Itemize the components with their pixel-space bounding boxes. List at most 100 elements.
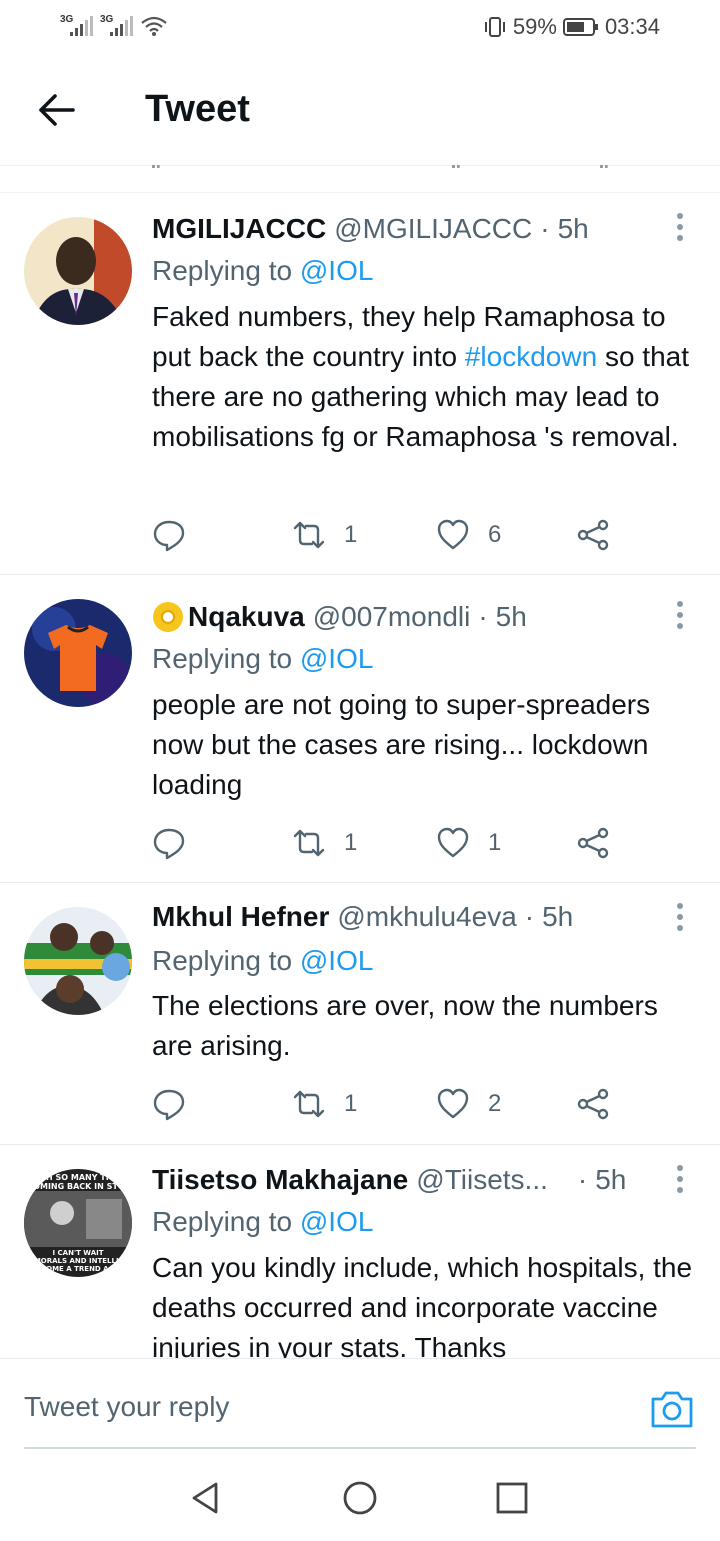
replying-to: Replying to @IOL xyxy=(152,255,373,287)
previous-tweet-fragment xyxy=(0,165,720,193)
reply-tweet[interactable]: MGILIJACCC @MGILIJACCC · 5h Replying to … xyxy=(0,193,720,575)
wifi-icon xyxy=(141,16,167,36)
avatar-caption: COMING BACK IN STYL xyxy=(27,1182,128,1191)
reply-button[interactable] xyxy=(152,823,186,863)
reply-input[interactable]: Tweet your reply xyxy=(24,1391,229,1423)
author-handle[interactable]: @007mondli xyxy=(313,601,471,633)
author-name[interactable]: Mkhul Hefner xyxy=(152,901,329,933)
replying-label: Replying to xyxy=(152,945,300,976)
signal-icon: 3G xyxy=(60,14,94,38)
tweet-text: Faked numbers, they help Ramaphosa to pu… xyxy=(152,297,698,457)
retweet-count: 1 xyxy=(344,521,358,548)
avatar[interactable] xyxy=(24,907,132,1015)
more-options-button[interactable] xyxy=(670,1163,690,1195)
avatar-caption: ECOME A TREND AGA xyxy=(36,1265,120,1273)
retweet-button[interactable]: 1 xyxy=(292,1084,357,1124)
mention-link[interactable]: @IOL xyxy=(300,255,374,286)
separator: · xyxy=(540,213,550,244)
more-options-button[interactable] xyxy=(670,901,690,933)
reply-bubble-icon xyxy=(153,828,185,860)
like-count: 1 xyxy=(488,829,502,856)
heart-icon xyxy=(437,827,469,858)
like-button[interactable]: 1 xyxy=(436,823,501,863)
replying-label: Replying to xyxy=(152,1206,300,1237)
author-name[interactable]: MGILIJACCC xyxy=(152,213,326,245)
mention-link[interactable]: @IOL xyxy=(300,945,374,976)
home-circle-icon[interactable] xyxy=(342,1480,378,1516)
battery-percentage: 59% xyxy=(512,14,557,39)
tweet-text: The elections are over, now the numbers … xyxy=(152,990,658,1061)
retweet-button[interactable]: 1 xyxy=(292,515,357,555)
like-count: 6 xyxy=(488,521,502,548)
replying-to: Replying to @IOL xyxy=(152,945,373,977)
share-icon xyxy=(577,519,609,551)
retweet-icon xyxy=(293,829,325,857)
share-button[interactable] xyxy=(576,823,610,863)
avatar[interactable]: TH SO MANY THI COMING BACK IN STYL I CAN… xyxy=(24,1169,132,1277)
tweet-actions: 1 6 xyxy=(152,515,632,555)
like-button[interactable]: 6 xyxy=(436,515,501,555)
hashtag-link[interactable]: #lockdown xyxy=(465,341,597,372)
author-name[interactable]: Tiisetso Makhajane xyxy=(152,1164,408,1196)
heart-icon xyxy=(437,519,469,550)
like-button[interactable]: 2 xyxy=(436,1084,501,1124)
separator: · xyxy=(524,901,535,932)
replying-label: Replying to xyxy=(152,255,300,286)
retweet-icon xyxy=(293,1090,325,1118)
retweet-count: 1 xyxy=(344,1090,358,1117)
reply-tweet[interactable]: Mkhul Hefner @mkhulu4eva · 5h Replying t… xyxy=(0,883,720,1145)
tweet-header: Tiisetso Makhajane @Tiisets... · 5h xyxy=(152,1162,676,1198)
avatar-caption: L MORALS AND INTELLIGE xyxy=(27,1257,129,1265)
reply-bubble-icon xyxy=(153,520,185,552)
tweet-time: 5h xyxy=(595,1164,627,1195)
share-button[interactable] xyxy=(576,1084,610,1124)
tweet-time: 5h xyxy=(495,601,527,632)
tweet-header: Mkhul Hefner @mkhulu4eva · 5h xyxy=(152,899,660,935)
clock: 03:34 xyxy=(604,14,660,39)
mention-link[interactable]: @IOL xyxy=(300,643,374,674)
retweet-icon xyxy=(293,521,325,549)
retweet-button[interactable]: 1 xyxy=(292,823,357,863)
more-options-button[interactable] xyxy=(670,211,690,243)
avatar[interactable] xyxy=(24,217,132,325)
replying-to: Replying to @IOL xyxy=(152,643,373,675)
tweet-header: MGILIJACCC @MGILIJACCC · 5h xyxy=(152,211,660,247)
reply-button[interactable] xyxy=(152,1084,186,1124)
reply-composer: Tweet your reply xyxy=(0,1358,720,1450)
replying-to: Replying to @IOL xyxy=(152,1206,373,1238)
replying-label: Replying to xyxy=(152,643,300,674)
retweet-count: 1 xyxy=(344,829,358,856)
tweet-actions: 1 1 xyxy=(152,823,632,863)
vibrate-icon xyxy=(484,17,505,37)
page-title: Tweet xyxy=(145,88,250,130)
avatar[interactable] xyxy=(24,599,132,707)
author-handle[interactable]: @MGILIJACCC xyxy=(334,213,532,245)
share-button[interactable] xyxy=(576,515,610,555)
mention-link[interactable]: @IOL xyxy=(300,1206,374,1237)
author-handle[interactable]: @Tiisets... xyxy=(416,1164,548,1196)
tweet-time: 5h xyxy=(542,901,574,932)
emoji-icon xyxy=(153,602,183,632)
more-options-button[interactable] xyxy=(670,599,690,631)
input-underline xyxy=(24,1447,696,1449)
top-app-bar: Tweet xyxy=(0,56,720,166)
author-name[interactable]: Nqakuva xyxy=(188,601,305,633)
tweet-text: Can you kindly include, which hospitals,… xyxy=(152,1252,693,1358)
reply-button[interactable] xyxy=(152,515,186,555)
status-bar: 3G 3G 59% 03:34 xyxy=(0,0,720,56)
author-handle[interactable]: @mkhulu4eva xyxy=(337,901,516,933)
system-navigation-bar xyxy=(0,1450,720,1541)
reply-tweet[interactable]: TH SO MANY THI COMING BACK IN STYL I CAN… xyxy=(0,1145,720,1358)
reply-tweet[interactable]: Nqakuva @007mondli · 5h Replying to @IOL… xyxy=(0,575,720,883)
avatar-caption: TH SO MANY THI xyxy=(41,1173,116,1182)
separator: · xyxy=(577,1164,588,1195)
reply-bubble-icon xyxy=(153,1089,185,1121)
camera-icon[interactable] xyxy=(650,1389,694,1429)
back-triangle-icon[interactable] xyxy=(188,1480,224,1516)
back-button[interactable] xyxy=(34,90,78,130)
recents-square-icon[interactable] xyxy=(494,1480,530,1516)
tweet-header: Nqakuva @007mondli · 5h xyxy=(152,599,660,635)
avatar-caption: I CAN'T WAIT xyxy=(52,1249,103,1257)
share-icon xyxy=(577,827,609,859)
separator: · xyxy=(478,601,488,632)
